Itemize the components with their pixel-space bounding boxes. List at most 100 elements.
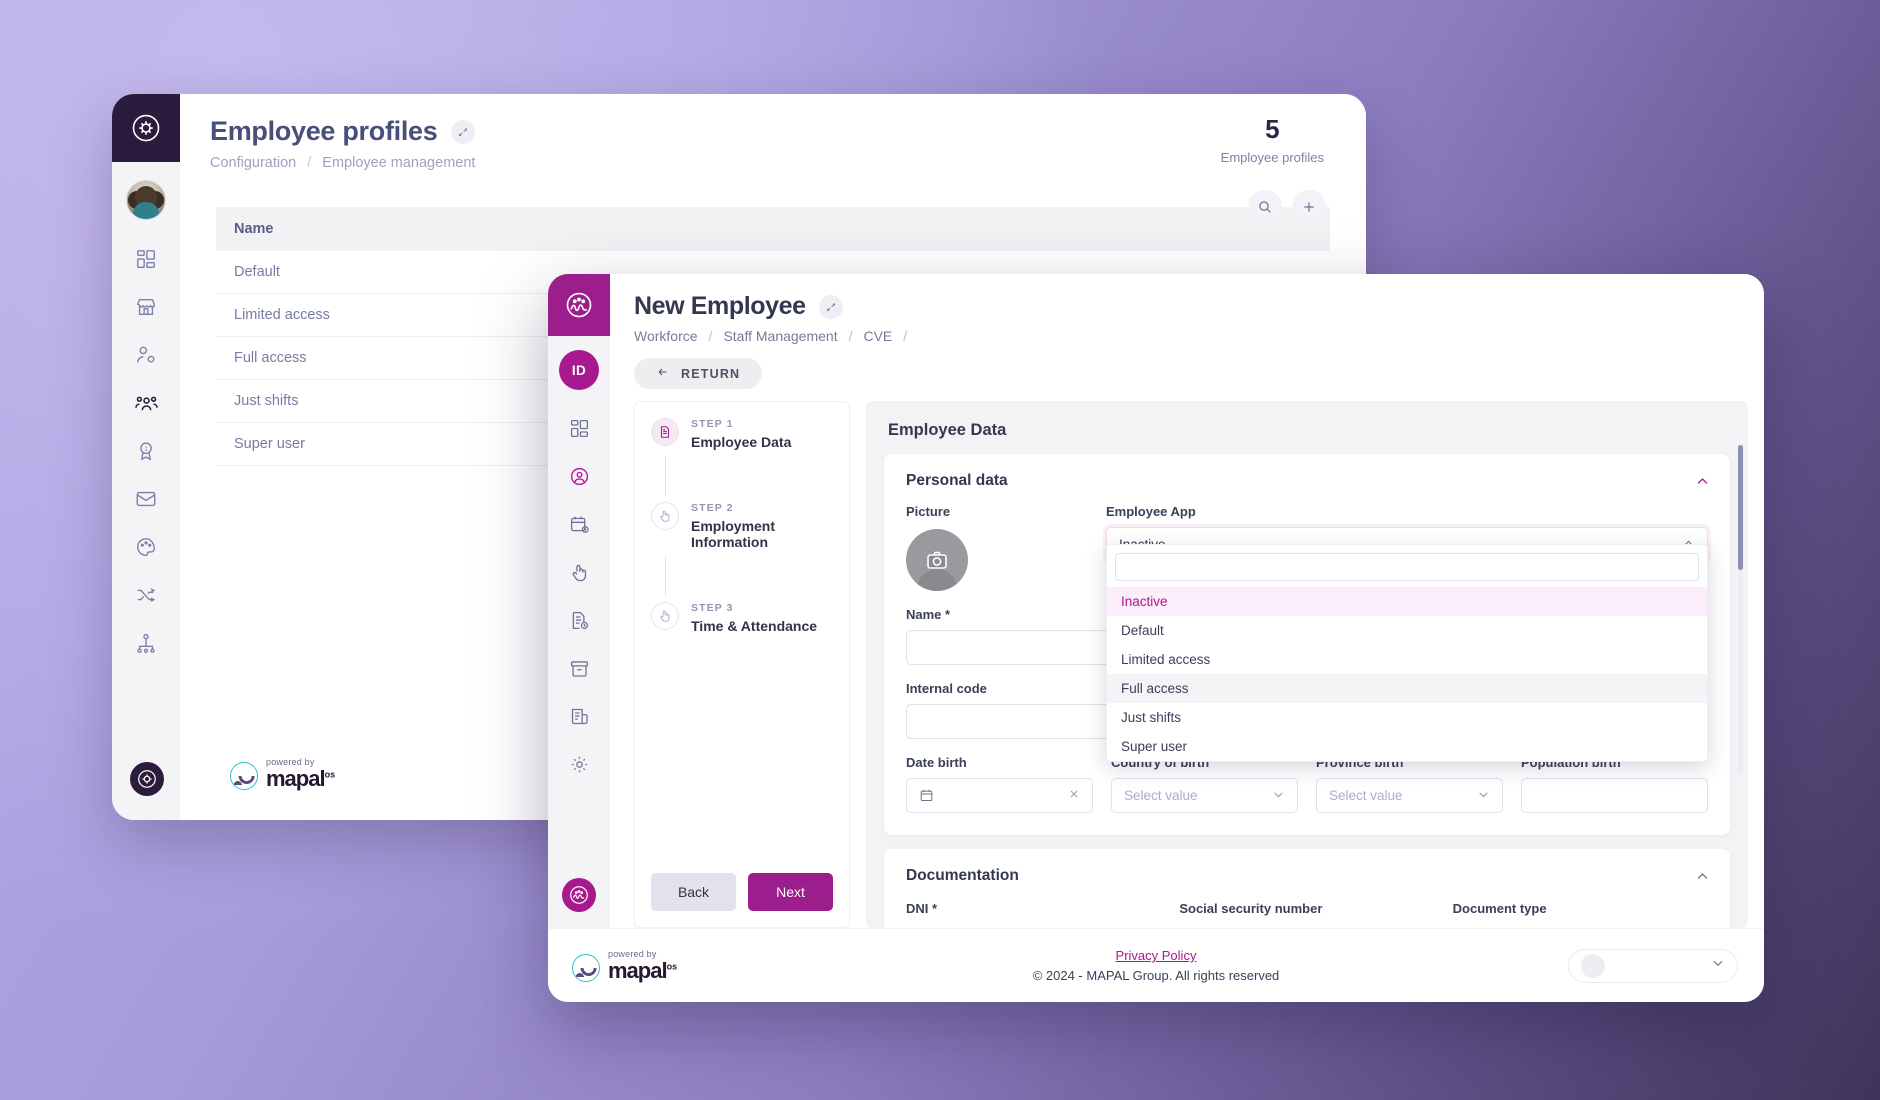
step-connector xyxy=(665,456,666,496)
steps-panel: STEP 1 Employee Data STEP 2 Employment I… xyxy=(634,401,850,928)
language-select[interactable] xyxy=(1568,948,1738,983)
dashboard-icon[interactable] xyxy=(567,416,592,441)
chevron-up-icon[interactable] xyxy=(1695,869,1710,889)
form-pane-title: Employee Data xyxy=(888,421,1007,439)
breadcrumb-item-0[interactable]: Workforce xyxy=(634,328,698,344)
breadcrumb: Workforce / Staff Management / CVE / xyxy=(634,328,1734,344)
page-title: Employee profiles xyxy=(210,116,438,146)
user-avatar[interactable] xyxy=(126,180,166,220)
plus-icon[interactable] xyxy=(1292,190,1326,224)
window1-app-logo-button[interactable] xyxy=(130,762,164,796)
province-birth-select[interactable]: Select value xyxy=(1316,778,1503,813)
hand-click-icon xyxy=(651,502,679,530)
back-button[interactable]: Back xyxy=(651,873,736,911)
breadcrumb-item-0[interactable]: Configuration xyxy=(210,155,296,171)
step-name: Employee Data xyxy=(691,434,792,450)
population-birth-field: Population birth xyxy=(1521,755,1708,813)
gear-icon[interactable] xyxy=(567,752,592,777)
step-number: STEP 3 xyxy=(691,602,734,614)
new-employee-window: ID New Employee Workforce / Staff Manage… xyxy=(548,274,1764,1002)
calendar-clock-icon[interactable] xyxy=(567,512,592,537)
return-button[interactable]: RETURN xyxy=(634,358,763,389)
mapal-suffix: os xyxy=(324,769,336,780)
picture-field: Picture xyxy=(906,504,1106,591)
id-badge[interactable]: ID xyxy=(559,350,599,390)
mail-icon[interactable] xyxy=(133,486,159,512)
population-birth-input[interactable] xyxy=(1521,778,1708,813)
row-name: Default xyxy=(234,264,280,280)
step-item-1[interactable]: STEP 1 Employee Data xyxy=(651,418,833,450)
hand-click-icon[interactable] xyxy=(567,560,592,585)
province-birth-placeholder: Select value xyxy=(1329,788,1403,803)
expand-icon[interactable] xyxy=(451,119,476,144)
country-birth-field: Country of birth Select value xyxy=(1111,755,1298,813)
chevron-down-icon xyxy=(1272,788,1285,804)
calendar-icon xyxy=(919,788,934,803)
camera-icon xyxy=(927,551,947,569)
employee-app-dropdown: Inactive Default Limited access Full acc… xyxy=(1106,544,1708,762)
document-clock-icon[interactable] xyxy=(567,608,592,633)
date-birth-label: Date birth xyxy=(906,755,967,770)
org-chart-icon[interactable] xyxy=(133,630,159,656)
dropdown-option-super-user[interactable]: Super user xyxy=(1107,732,1707,761)
breadcrumb-item-2[interactable]: CVE xyxy=(863,328,892,344)
dropdown-option-limited-access[interactable]: Limited access xyxy=(1107,645,1707,674)
badge-icon[interactable]: 1 xyxy=(133,438,159,464)
mapal-name: mapal xyxy=(266,766,326,791)
form-pane: Employee Data Personal data Picture Empl… xyxy=(866,401,1748,928)
scrollbar-thumb[interactable] xyxy=(1738,445,1743,570)
app-logo-header[interactable] xyxy=(112,94,180,162)
breadcrumb-item-1[interactable]: Employee management xyxy=(322,155,475,171)
dropdown-option-just-shifts[interactable]: Just shifts xyxy=(1107,703,1707,732)
window2-header: New Employee Workforce / Staff Managemen… xyxy=(610,274,1764,389)
avatar[interactable] xyxy=(906,529,968,591)
breadcrumb-separator: / xyxy=(708,328,713,344)
window2-footer: powered by mapalos Privacy Policy © 2024… xyxy=(548,928,1764,1002)
dropdown-search-input[interactable] xyxy=(1115,553,1699,581)
report-icon[interactable] xyxy=(567,704,592,729)
document-icon xyxy=(651,418,679,446)
store-icon[interactable] xyxy=(133,294,159,320)
count-label: Employee profiles xyxy=(1220,150,1324,165)
close-icon[interactable] xyxy=(1068,788,1080,803)
row-name: Super user xyxy=(234,436,305,452)
chevron-down-icon xyxy=(1477,788,1490,804)
step-number: STEP 1 xyxy=(691,418,734,430)
step-number: STEP 2 xyxy=(691,502,734,514)
window1-nav-icons: 1 xyxy=(112,246,180,656)
shuffle-icon[interactable] xyxy=(133,582,159,608)
next-button[interactable]: Next xyxy=(748,873,833,911)
user-circle-icon[interactable] xyxy=(567,464,592,489)
breadcrumb-item-1[interactable]: Staff Management xyxy=(723,328,837,344)
chevron-up-icon[interactable] xyxy=(1695,474,1710,494)
user-settings-icon[interactable] xyxy=(133,342,159,368)
step-item-3[interactable]: STEP 3 Time & Attendance xyxy=(651,602,833,634)
card-title: Documentation xyxy=(906,867,1019,884)
country-birth-select[interactable]: Select value xyxy=(1111,778,1298,813)
date-birth-input[interactable] xyxy=(906,778,1093,813)
palette-icon[interactable] xyxy=(133,534,159,560)
people-icon[interactable] xyxy=(133,390,159,416)
employee-app-field: Employee App Inactive Inactive xyxy=(1106,504,1708,762)
card-title: Personal data xyxy=(906,472,1008,489)
step-item-2[interactable]: STEP 2 Employment Information xyxy=(651,502,833,550)
window2-sidebar: ID xyxy=(548,274,610,928)
dropdown-option-default[interactable]: Default xyxy=(1107,616,1707,645)
workforce-logo-header[interactable] xyxy=(548,274,610,336)
date-birth-field: Date birth xyxy=(906,755,1093,813)
archive-icon[interactable] xyxy=(567,656,592,681)
dropdown-option-full-access[interactable]: Full access xyxy=(1107,674,1707,703)
documentation-card: Documentation DNI * Social security numb… xyxy=(884,849,1730,928)
personal-data-card: Personal data Picture Employee App Inact… xyxy=(884,454,1730,835)
dropdown-option-inactive[interactable]: Inactive xyxy=(1107,587,1707,616)
dashboard-icon[interactable] xyxy=(133,246,159,272)
step-name: Time & Attendance xyxy=(691,618,818,634)
window2-app-logo-button[interactable] xyxy=(562,878,596,912)
row-name: Limited access xyxy=(234,307,330,323)
expand-icon[interactable] xyxy=(818,294,843,319)
window1-header: Employee profiles Configuration / Employ… xyxy=(180,94,1366,171)
search-icon[interactable] xyxy=(1248,190,1282,224)
count-number: 5 xyxy=(1265,114,1280,144)
breadcrumb-separator: / xyxy=(307,155,312,171)
breadcrumb-separator: / xyxy=(903,328,908,344)
